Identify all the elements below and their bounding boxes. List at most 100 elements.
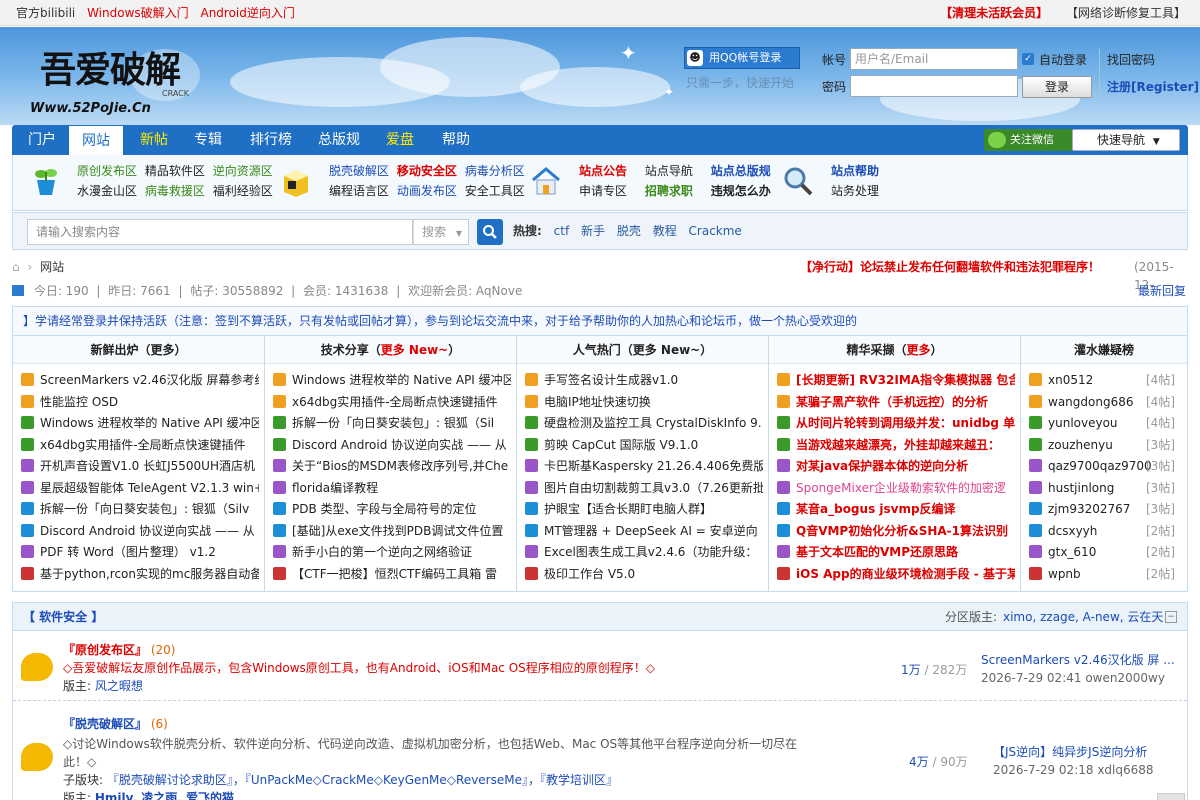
list-item[interactable]: 基于python,rcon实现的mc服务器自动备 [21,564,259,584]
hot-search-newbie[interactable]: 新手 [581,224,605,238]
nav-albums[interactable]: 专辑 [194,125,222,155]
list-item[interactable]: 某音a_bogus jsvmp反编译 [777,499,1015,519]
column-header-more[interactable]: 更多 [906,343,930,357]
list-item[interactable]: 新手小白的第一个逆向之网络验证 [273,542,511,562]
search-scope-select[interactable]: 搜索 ▼ [413,219,469,245]
subnav-reverse-resources[interactable]: 逆向资源区 [213,164,273,178]
subnav-unpack-crack[interactable]: 脱壳破解区 [329,164,389,178]
hot-search-tutorial[interactable]: 教程 [653,224,677,238]
bilibili-link[interactable]: 官方bilibili [16,6,75,20]
subnav-security-tools[interactable]: 安全工具区 [465,184,525,198]
subnav-site-affairs[interactable]: 站务处理 [831,184,879,198]
search-button[interactable] [477,219,503,245]
subnav-mobile-security[interactable]: 移动安全区 [397,164,457,178]
forum-mods[interactable]: Hmily, 凌之雨, 爱飞的猫 [95,791,234,800]
list-item[interactable]: zouzhenyu [3帖] [1029,435,1181,455]
section-mods[interactable]: ximo, zzage, A-new, 云在天 [1003,603,1163,631]
subnav-apply-zone[interactable]: 申请专区 [579,184,627,198]
list-item[interactable]: 硬盘检测及监控工具 CrystalDiskInfo 9. [525,413,763,433]
list-item[interactable]: Discord Android 协议逆向实战 —— 从 A [273,435,511,455]
list-item[interactable]: SpongeMixer企业级勒索软件的加密逻 [777,478,1015,498]
wechat-follow-button[interactable]: 关注微信 [984,129,1076,151]
subnav-site-announcements[interactable]: 站点公告 [579,164,627,178]
list-item[interactable]: Windows 进程枚举的 Native API 缓冲区 [273,370,511,390]
subnav-welfare[interactable]: 福利经验区 [213,184,273,198]
hot-search-ctf[interactable]: ctf [554,224,570,238]
nav-portal[interactable]: 门户 [28,125,56,155]
nav-forum[interactable]: 网站 [68,125,124,156]
subnav-recruitment[interactable]: 招聘求职 [645,184,693,198]
latest-replies-link[interactable]: 最新回复 [1138,282,1186,300]
list-item[interactable]: 卡巴斯基Kaspersky 21.26.4.406免费版 [525,456,763,476]
subnav-virus-rescue[interactable]: 病毒救援区 [145,184,205,198]
find-password-link[interactable]: 找回密码 [1107,51,1155,68]
list-item[interactable]: xn0512 [4帖] [1029,370,1181,390]
clean-inactive-link[interactable]: 【清理未活跃会员】 [940,6,1048,20]
network-fix-link[interactable]: 【网络诊断修复工具】 [1066,6,1186,20]
nav-aipan[interactable]: 爱盘 [386,125,414,155]
nav-new-posts[interactable]: 新帖 [140,125,168,155]
list-item[interactable]: 剪映 CapCut 国际版 V9.1.0 [525,435,763,455]
list-item[interactable]: 基于文本匹配的VMP还原思路 [777,542,1015,562]
list-item[interactable]: wangdong686 [4帖] [1029,392,1181,412]
account-input[interactable]: 用户名/Email [850,48,1018,70]
collapse-icon[interactable]: − [1165,611,1177,623]
login-button[interactable]: 登录 [1022,76,1092,98]
list-item[interactable]: 星辰超级智能体 TeleAgent V2.1.3 win+ [21,478,259,498]
list-item[interactable]: wpnb [2帖] [1029,564,1181,584]
back-to-top-button[interactable] [1157,793,1185,800]
list-item[interactable]: [基础]从exe文件找到PDB调试文件位置 [273,521,511,541]
subnav-site-navigation[interactable]: 站点导航 [645,164,693,178]
notice-banner[interactable]: 】学请经常登录并保持活跃（注意：签到不算活跃，只有发帖或回帖才算），参与到论坛交… [12,306,1188,336]
quick-nav-dropdown[interactable]: 快速导航 ▼ [1072,129,1180,151]
list-item[interactable]: qaz9700qaz9700 [3帖] [1029,456,1181,476]
column-header-more[interactable]: 更多 New~ [381,343,449,357]
nav-rules[interactable]: 总版规 [318,125,360,155]
list-item[interactable]: 拆解一份「向日葵安装包」: 银狐（Silv [21,499,259,519]
nav-ranking[interactable]: 排行榜 [250,125,292,155]
column-header[interactable]: 人气热门（更多 New~） [517,336,768,364]
forum-subforums[interactable]: 『脱壳破解讨论求助区』，『UnPackMe◇CrackMe◇KeyGenMe◇R… [107,773,618,787]
list-item[interactable]: gtx_610 [2帖] [1029,542,1181,562]
forum-mods[interactable]: 风之暇想 [95,679,143,693]
list-item[interactable]: 性能监控 OSD [21,392,259,412]
column-header[interactable]: 新鲜出炉（更多） [13,336,264,364]
windows-crack-link[interactable]: Windows破解入门 [87,6,189,20]
announcement-text[interactable]: 【净行动】论坛禁止发布任何翻墙软件和违法犯罪程序！ [800,258,1100,276]
list-item[interactable]: 极印工作台 V5.0 [525,564,763,584]
forum-name[interactable]: 『脱壳破解区』 [63,717,147,731]
list-item[interactable]: [长期更新] RV32IMA指令集模拟器 包含 [777,370,1015,390]
list-item[interactable]: PDF 转 Word（图片整理） v1.2 [21,542,259,562]
search-input[interactable]: 请输入搜索内容 [27,219,413,245]
list-item[interactable]: iOS App的商业级环境检测手段 - 基于某 [777,564,1015,584]
forum-name[interactable]: 『原创发布区』 [63,643,147,657]
hot-search-unpack[interactable]: 脱壳 [617,224,641,238]
column-header[interactable]: 精华采撷（更多） [769,336,1020,364]
list-item[interactable]: 关于“Bios的MSDM表修改序列号,并Che [273,456,511,476]
list-item[interactable]: 图片自由切割裁剪工具v3.0（7.26更新批 [525,478,763,498]
qq-login-button[interactable]: ☻ 用QQ帐号登录 [684,47,800,69]
column-header[interactable]: 技术分享（更多 New~） [265,336,516,364]
list-item[interactable]: Windows 进程枚举的 Native API 缓冲区 [21,413,259,433]
list-item[interactable]: x64dbg实用插件-全局断点快速键插件 [21,435,259,455]
list-item[interactable]: 手写签名设计生成器v1.0 [525,370,763,390]
list-item[interactable]: ScreenMarkers v2.46汉化版 屏幕参考线 [21,370,259,390]
home-icon[interactable]: ⌂ [12,260,20,274]
list-item[interactable]: 电脑IP地址快速切换 [525,392,763,412]
list-item[interactable]: 开机声音设置V1.0 长虹J5500UH酒店机 [21,456,259,476]
list-item[interactable]: 从时间片轮转到调用级并发：unidbg 单 [777,413,1015,433]
site-logo[interactable]: 吾爱破解 Www.52PoJie.Cn CRACK [30,41,210,117]
list-item[interactable]: Q音VMP初始化分析&SHA-1算法识别 [777,521,1015,541]
list-item[interactable]: dcsxyyh [2帖] [1029,521,1181,541]
register-link[interactable]: 注册[Register] [1107,78,1199,95]
list-item[interactable]: Excel图表生成工具v2.4.6（功能升级： [525,542,763,562]
forum-last-post[interactable]: ScreenMarkers v2.46汉化版 屏 ... [981,651,1175,669]
breadcrumb-current[interactable]: 网站 [40,260,64,274]
subnav-original-release[interactable]: 原创发布区 [77,164,137,178]
subnav-programming[interactable]: 编程语言区 [329,184,389,198]
list-item[interactable]: 当游戏越来越漂亮，外挂却越来越丑： [777,435,1015,455]
subnav-violation-help[interactable]: 违规怎么办 [711,184,771,198]
list-item[interactable]: yunloveyou [4帖] [1029,413,1181,433]
list-item[interactable]: x64dbg实用插件-全局断点快速键插件 [273,392,511,412]
section-title[interactable]: 【 软件安全 】 [23,603,103,631]
